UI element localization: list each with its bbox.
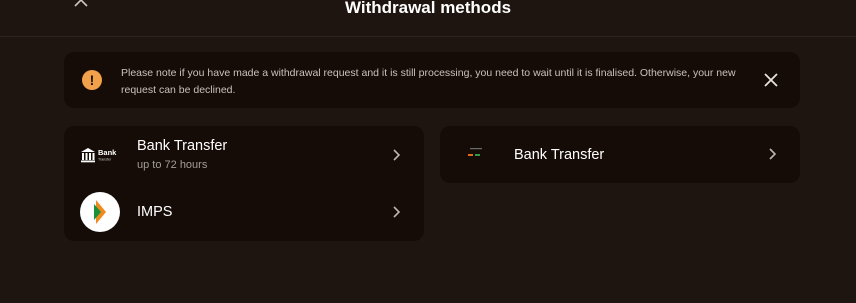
dismiss-notice-icon[interactable] [763,72,779,88]
notice-text: Please note if you have made a withdrawa… [121,67,736,96]
upi-icon [468,148,482,156]
methods-card-left: Bank Transfer Bank Transfer up to 72 hou… [64,126,424,241]
method-name: Bank Transfer [137,138,228,154]
chevron-right-icon [769,148,777,160]
method-processing-time: up to 72 hours [137,159,208,171]
svg-text:Bank: Bank [98,148,117,157]
page-title: Withdrawal methods [344,0,512,17]
method-name: Bank Transfer [514,147,605,163]
modal-header: Withdrawal methods [0,0,856,37]
processing-notice: ! Please note if you have made a withdra… [64,52,800,108]
method-bank-transfer-upi[interactable]: Bank Transfer [440,126,800,183]
chevron-right-icon [393,149,401,161]
method-name: IMPS [137,204,173,220]
warning-icon: ! [82,70,102,90]
bank-building-icon: Bank Transfer [81,148,117,163]
svg-text:Transfer: Transfer [98,158,112,162]
method-bank-transfer[interactable]: Bank Transfer Bank Transfer up to 72 hou… [64,126,424,183]
methods-card-right: Bank Transfer [440,126,800,183]
method-imps[interactable]: IMPS [64,184,424,241]
imps-icon [80,192,120,232]
chevron-right-icon [393,206,401,218]
